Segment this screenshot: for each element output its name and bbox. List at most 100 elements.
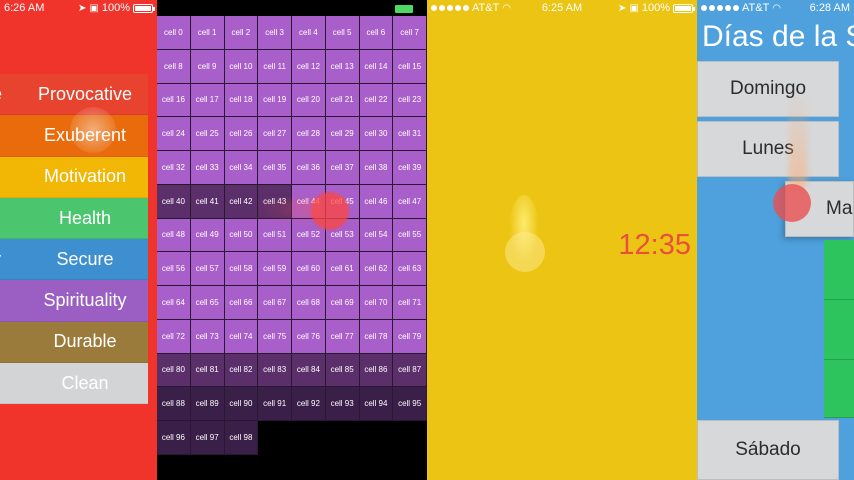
grid-cell[interactable]: cell 62 (359, 252, 394, 286)
grid-cell[interactable]: cell 59 (258, 252, 292, 286)
grid-cell[interactable]: cell 23 (393, 83, 427, 118)
grid-cell[interactable]: cell 80 (157, 353, 191, 388)
grid-cell[interactable]: cell 39 (393, 151, 427, 185)
grid-cell[interactable]: cell 15 (393, 49, 427, 84)
mood-row[interactable]: Health (0, 197, 148, 240)
grid-cell[interactable]: cell 81 (190, 353, 225, 388)
mood-row[interactable]: Motivation (0, 156, 148, 198)
mood-row[interactable]: Durable (0, 321, 148, 364)
grid-cell[interactable]: cell 29 (325, 117, 360, 151)
grid-cell[interactable]: cell 88 (157, 387, 191, 421)
grid-cell[interactable]: cell 84 (292, 353, 326, 388)
day-row-saturday[interactable]: Sábado (697, 420, 839, 480)
grid-cell[interactable]: cell 36 (292, 151, 326, 185)
grid-cell[interactable]: cell 27 (258, 117, 292, 151)
grid-cell[interactable]: cell 21 (325, 83, 360, 118)
day-row-sunday[interactable]: Domingo (697, 61, 839, 117)
grid-cell[interactable]: cell 55 (393, 218, 427, 253)
grid-cell[interactable]: cell 86 (359, 353, 394, 388)
grid-cell[interactable]: cell 70 (359, 286, 394, 320)
grid-cell[interactable]: cell 3 (258, 16, 292, 50)
grid-cell[interactable]: cell 82 (224, 353, 259, 388)
grid-cell[interactable]: cell 31 (393, 117, 427, 151)
grid-cell[interactable]: cell 8 (157, 49, 191, 84)
grid-cell[interactable]: cell 17 (190, 83, 225, 118)
grid-cell[interactable]: cell 96 (157, 421, 191, 455)
grid-cell[interactable]: cell 95 (393, 387, 427, 421)
grid-cell[interactable]: cell 46 (359, 184, 394, 219)
grid-cell[interactable]: cell 4 (292, 16, 326, 50)
grid-cell[interactable]: cell 5 (325, 16, 360, 50)
grid-cell[interactable]: cell 79 (393, 319, 427, 354)
grid-cell[interactable]: cell 56 (157, 252, 191, 286)
grid-cell[interactable]: cell 25 (190, 117, 225, 151)
grid-cell[interactable]: cell 50 (224, 218, 259, 253)
grid-cell[interactable]: cell 61 (325, 252, 360, 286)
grid-cell[interactable]: cell 51 (258, 218, 292, 253)
grid-cell[interactable]: cell 34 (224, 151, 259, 185)
day-row-monday[interactable]: Lunes (697, 121, 839, 177)
grid-cell[interactable]: cell 54 (359, 218, 394, 253)
grid-cell[interactable]: cell 28 (292, 117, 326, 151)
grid-cell[interactable]: cell 91 (258, 387, 292, 421)
grid-cell[interactable]: cell 12 (292, 49, 326, 84)
grid-cell[interactable]: cell 16 (157, 83, 191, 118)
grid-cell[interactable]: cell 47 (393, 184, 427, 219)
mood-row[interactable]: e Provocative (0, 74, 148, 116)
grid-cell[interactable]: cell 6 (359, 16, 394, 50)
day-row-placeholder[interactable] (824, 360, 854, 418)
grid-cell[interactable]: cell 93 (325, 387, 360, 421)
grid-cell[interactable]: cell 9 (190, 49, 225, 84)
grid-cell[interactable]: cell 75 (258, 319, 292, 354)
mood-row[interactable]: Clean (0, 363, 148, 405)
grid-cell[interactable]: cell 11 (258, 49, 292, 84)
grid-cell[interactable]: cell 0 (157, 16, 191, 50)
grid-cell[interactable]: cell 40 (157, 184, 191, 219)
grid-cell[interactable]: cell 77 (325, 319, 360, 354)
grid-cell[interactable]: cell 37 (325, 151, 360, 185)
grid-cell[interactable]: cell 89 (190, 387, 225, 421)
grid-cell[interactable]: cell 32 (157, 151, 191, 185)
grid-cell[interactable]: cell 78 (359, 319, 394, 354)
grid-cell[interactable]: cell 87 (393, 353, 427, 388)
grid-cell[interactable]: cell 26 (224, 117, 259, 151)
grid-cell[interactable]: cell 69 (325, 286, 360, 320)
grid-cell[interactable]: cell 13 (325, 49, 360, 84)
grid-cell[interactable]: cell 57 (190, 252, 225, 286)
mood-row[interactable]: Spirituality (0, 280, 148, 322)
grid-cell[interactable]: cell 14 (359, 49, 394, 84)
grid-cell[interactable]: cell 74 (224, 319, 259, 354)
mood-row[interactable]: y Secure (0, 239, 148, 281)
grid-cell[interactable]: cell 20 (292, 83, 326, 118)
grid-cell[interactable]: cell 48 (157, 218, 191, 253)
grid-cell[interactable]: cell 58 (224, 252, 259, 286)
grid-cell[interactable]: cell 18 (224, 83, 259, 118)
grid-cell[interactable]: cell 98 (224, 421, 259, 455)
grid-cell[interactable]: cell 35 (258, 151, 292, 185)
grid-cell[interactable]: cell 85 (325, 353, 360, 388)
grid-cell[interactable]: cell 22 (359, 83, 394, 118)
grid-cell[interactable]: cell 71 (393, 286, 427, 320)
grid-cell[interactable]: cell 10 (224, 49, 259, 84)
grid-cell[interactable]: cell 2 (224, 16, 259, 50)
grid-cell[interactable]: cell 90 (224, 387, 259, 421)
grid-cell[interactable]: cell 60 (292, 252, 326, 286)
grid-cell[interactable]: cell 76 (292, 319, 326, 354)
grid-cell[interactable]: cell 33 (190, 151, 225, 185)
grid-cell[interactable]: cell 72 (157, 319, 191, 354)
grid-cell[interactable]: cell 67 (258, 286, 292, 320)
grid-cell[interactable]: cell 94 (359, 387, 394, 421)
grid-cell[interactable]: cell 41 (190, 184, 225, 219)
day-row-placeholder[interactable] (824, 300, 854, 360)
grid-cell[interactable]: cell 92 (292, 387, 326, 421)
grid-cell[interactable]: cell 65 (190, 286, 225, 320)
grid-cell[interactable]: cell 7 (393, 16, 427, 50)
grid-cell[interactable]: cell 49 (190, 218, 225, 253)
grid-cell[interactable]: cell 64 (157, 286, 191, 320)
grid-cell[interactable]: cell 83 (258, 353, 292, 388)
grid-cell[interactable]: cell 63 (393, 252, 427, 286)
grid-cell[interactable]: cell 38 (359, 151, 394, 185)
grid-cell[interactable]: cell 66 (224, 286, 259, 320)
day-row-placeholder[interactable] (824, 240, 854, 300)
grid-cell[interactable]: cell 19 (258, 83, 292, 118)
